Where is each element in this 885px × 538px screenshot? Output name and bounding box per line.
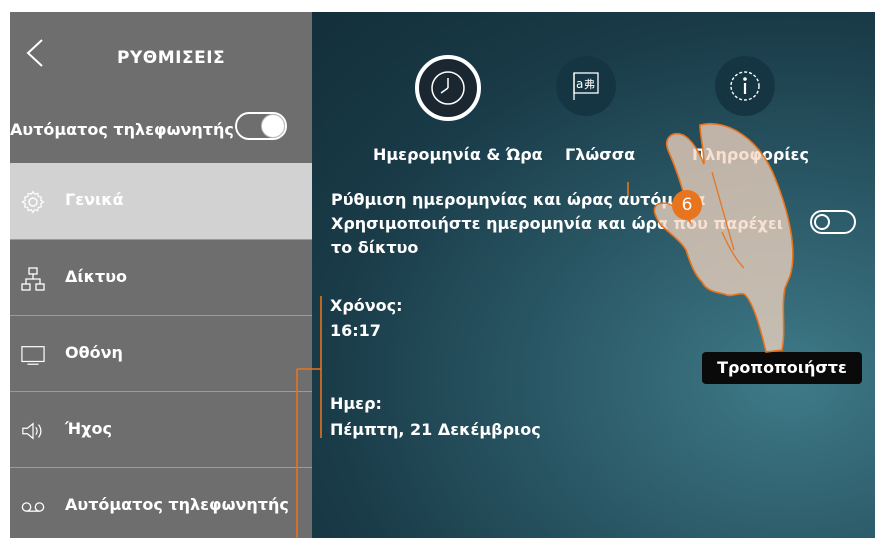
- settings-sidebar: ΡΥΘΜΙΣΕΙΣ Αυτόματος τηλεφωνητής Γενικά Δ: [10, 12, 312, 538]
- sidebar-item-label: Αυτόματος τηλεφωνητής: [65, 495, 289, 514]
- network-icon: [21, 267, 45, 291]
- tab-label-info: Πληροφορίες: [692, 145, 809, 164]
- auto-datetime-line2: Χρησιμοποιήστε ημερομηνία και ώρα που πα…: [331, 214, 784, 233]
- gear-icon: [21, 190, 45, 214]
- svg-text:弗: 弗: [584, 77, 595, 91]
- toggle-knob: [262, 115, 284, 137]
- tab-language[interactable]: a 弗: [556, 56, 616, 116]
- date-label: Ημερ:: [330, 394, 382, 413]
- speaker-icon: [22, 422, 42, 440]
- language-icon: a 弗: [573, 72, 599, 100]
- monitor-icon: [21, 346, 45, 365]
- sidebar-item-sound[interactable]: Ήχος: [10, 391, 312, 467]
- sidebar-item-general[interactable]: Γενικά: [10, 163, 312, 239]
- device-screen: ΡΥΘΜΙΣΕΙΣ Αυτόματος τηλεφωνητής Γενικά Δ: [10, 12, 875, 538]
- sidebar-title: ΡΥΘΜΙΣΕΙΣ: [117, 48, 226, 68]
- info-icon: [730, 71, 760, 101]
- sidebar-item-label: Γενικά: [65, 190, 124, 209]
- toggle-knob: [814, 214, 830, 230]
- tab-label-language: Γλώσσα: [565, 145, 636, 164]
- date-value: Πέμπτη, 21 Δεκέμβριος: [330, 420, 541, 439]
- modify-button[interactable]: Τροποποιήστε: [702, 352, 862, 384]
- auto-datetime-description: Ρύθμιση ημερομηνίας και ώρας αυτόματα Χρ…: [331, 188, 801, 260]
- sidebar-item-label: Οθόνη: [65, 343, 123, 362]
- sidebar-item-display[interactable]: Οθόνη: [10, 315, 312, 391]
- step-number-badge: 6: [672, 190, 702, 220]
- answering-machine-label: Αυτόματος τηλεφωνητής: [10, 120, 234, 139]
- chevron-left-icon[interactable]: [24, 38, 46, 68]
- answering-machine-row: Αυτόματος τηλεφωνητής: [10, 108, 312, 152]
- clock-icon: [431, 71, 465, 105]
- tab-label-date-time: Ημερομηνία & Ώρα: [373, 145, 543, 164]
- tab-info[interactable]: [715, 56, 775, 116]
- auto-datetime-toggle[interactable]: [810, 210, 856, 234]
- time-value: 16:17: [330, 321, 381, 340]
- svg-text:a: a: [576, 77, 583, 91]
- main-panel: Ημερομηνία & Ώρα a 弗 Γλώσσα Πληροφορίες …: [312, 12, 875, 538]
- voicemail-icon: [21, 502, 45, 512]
- sidebar-item-label: Δίκτυο: [65, 267, 127, 286]
- tab-date-time[interactable]: [415, 55, 481, 121]
- auto-datetime-line1: Ρύθμιση ημερομηνίας και ώρας αυτόματα: [331, 190, 706, 209]
- sidebar-item-answering-machine[interactable]: Αυτόματος τηλεφωνητής: [10, 467, 312, 538]
- sidebar-item-label: Ήχος: [65, 419, 112, 438]
- sidebar-item-network[interactable]: Δίκτυο: [10, 239, 312, 315]
- time-label: Χρόνος:: [330, 296, 403, 315]
- auto-datetime-line3: το δίκτυο: [331, 238, 419, 257]
- answering-machine-toggle[interactable]: [235, 112, 287, 140]
